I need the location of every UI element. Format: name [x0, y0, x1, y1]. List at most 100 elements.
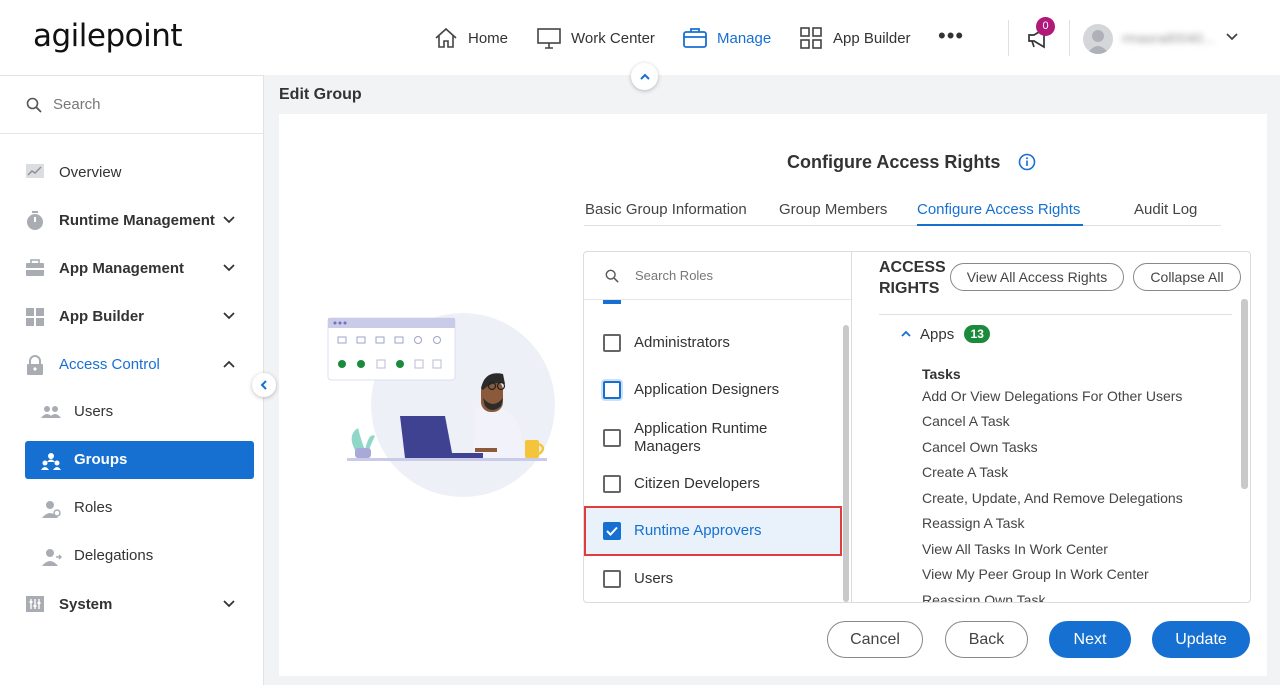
access-right-item: Reassign A Task	[922, 515, 1025, 531]
tab-divider	[584, 225, 1221, 226]
search-icon	[605, 269, 619, 283]
sidebar-item-users[interactable]: Users	[0, 393, 263, 431]
nav-work-center-label: Work Center	[571, 29, 655, 47]
divider	[1069, 20, 1070, 56]
role-item-application-designers[interactable]: Application Designers	[584, 372, 842, 408]
access-right-item: Create, Update, And Remove Delegations	[922, 490, 1183, 506]
sidebar-item-groups[interactable]: Groups	[25, 441, 254, 479]
user-role-icon	[42, 501, 61, 518]
access-rights-heading-line2: RIGHTS	[879, 280, 940, 297]
sidebar-item-label: App Builder	[59, 308, 144, 325]
nav-app-builder-label: App Builder	[833, 29, 911, 47]
sidebar-item-label: Delegations	[74, 547, 154, 564]
sidebar: Search Overview Runtime Management App M…	[0, 75, 264, 685]
grid-icon	[800, 27, 822, 49]
role-label: Citizen Developers	[634, 475, 760, 492]
sliders-icon	[26, 596, 44, 612]
chevron-down-icon	[223, 312, 235, 320]
app-logo[interactable]: agilepoint	[33, 18, 183, 54]
cancel-button[interactable]: Cancel	[827, 621, 923, 658]
sidebar-item-overview[interactable]: Overview	[0, 152, 263, 192]
monitor-icon	[537, 28, 561, 49]
sidebar-search-placeholder: Search	[53, 96, 101, 113]
access-right-item: Cancel Own Tasks	[922, 439, 1038, 455]
sidebar-item-label: Access Control	[59, 356, 160, 373]
update-button[interactable]: Update	[1152, 621, 1250, 658]
back-button[interactable]: Back	[945, 621, 1028, 658]
nav-work-center[interactable]: Work Center	[536, 24, 655, 52]
user-name[interactable]: rmasrail0040...	[1122, 30, 1215, 46]
role-checkbox[interactable]	[603, 429, 621, 447]
sidebar-item-system[interactable]: System	[0, 584, 263, 624]
role-label: Application Designers	[634, 381, 780, 398]
role-checkbox[interactable]	[603, 570, 621, 588]
role-label: Administrators	[634, 334, 730, 351]
tab-configure-access-rights[interactable]: Configure Access Rights	[917, 201, 1080, 218]
role-label: Runtime Approvers	[634, 522, 762, 539]
roles-search[interactable]: Search Roles	[584, 252, 851, 300]
sidebar-search[interactable]: Search	[0, 76, 263, 134]
sidebar-item-label: Groups	[74, 451, 128, 468]
collapse-sidebar-button[interactable]	[252, 373, 276, 397]
tab-audit-log[interactable]: Audit Log	[1134, 201, 1197, 218]
role-label: Application Runtime Managers	[634, 420, 768, 455]
sidebar-item-roles[interactable]: Roles	[0, 489, 263, 527]
collapse-all-button[interactable]: Collapse All	[1133, 263, 1241, 291]
collapse-header-button[interactable]	[631, 63, 658, 90]
role-item-administrators[interactable]: Administrators	[584, 325, 842, 361]
grid-icon	[26, 308, 44, 326]
sidebar-item-runtime-management[interactable]: Runtime Management	[0, 200, 263, 240]
role-item-citizen-developers[interactable]: Citizen Developers	[584, 466, 842, 502]
sidebar-item-label: Runtime Management	[59, 212, 215, 229]
nav-app-builder[interactable]: App Builder	[798, 24, 911, 52]
info-icon[interactable]	[1018, 153, 1036, 171]
role-item-application-runtime-managers[interactable]: Application Runtime Managers	[584, 416, 842, 460]
sidebar-item-label: System	[59, 596, 113, 613]
apps-group-toggle[interactable]: Apps 13	[900, 325, 991, 343]
role-checkbox[interactable]	[603, 381, 621, 399]
briefcase-icon	[683, 28, 707, 48]
access-right-item: Reassign Own Task	[922, 592, 1046, 603]
roles-scrollbar[interactable]	[843, 325, 849, 602]
sidebar-item-app-builder[interactable]: App Builder	[0, 296, 263, 336]
tab-group-members[interactable]: Group Members	[779, 201, 887, 218]
divider	[879, 314, 1232, 315]
role-checkbox[interactable]	[603, 334, 621, 352]
access-right-item: Create A Task	[922, 464, 1009, 480]
access-rights-scrollbar[interactable]	[1241, 299, 1248, 489]
next-button[interactable]: Next	[1049, 621, 1131, 658]
timer-icon	[27, 211, 43, 230]
role-checkbox[interactable]	[603, 475, 621, 493]
active-tab-indicator	[917, 224, 1083, 226]
sidebar-item-access-control[interactable]: Access Control	[0, 344, 263, 384]
lock-icon	[27, 355, 43, 375]
notification-badge: 0	[1036, 17, 1055, 36]
illustration-person-at-laptop	[327, 313, 555, 497]
nav-home-label: Home	[468, 29, 509, 47]
role-checkbox[interactable]	[603, 522, 621, 540]
access-right-item: View My Peer Group In Work Center	[922, 566, 1149, 582]
role-item-users[interactable]: Users	[584, 561, 842, 597]
access-rights-heading-line1: ACCESS	[879, 259, 946, 276]
access-rights-list: ACCESS RIGHTS View All Access Rights Col…	[852, 252, 1250, 602]
nav-home[interactable]: Home	[433, 24, 508, 52]
role-item-runtime-approvers[interactable]: Runtime Approvers	[584, 506, 842, 556]
chevron-up-icon	[639, 73, 650, 80]
checkmark-icon	[606, 526, 618, 536]
chevron-down-icon	[223, 216, 235, 224]
chevron-down-icon[interactable]	[1225, 30, 1239, 44]
sidebar-item-delegations[interactable]: Delegations	[0, 537, 263, 575]
tab-basic-group-information[interactable]: Basic Group Information	[585, 201, 747, 218]
search-icon	[26, 97, 42, 113]
tasks-heading: Tasks	[922, 366, 961, 382]
sidebar-item-app-management[interactable]: App Management	[0, 248, 263, 288]
more-menu-button[interactable]: •••	[938, 25, 964, 47]
nav-manage[interactable]: Manage	[682, 24, 771, 52]
view-all-access-rights-button[interactable]: View All Access Rights	[950, 263, 1124, 291]
chevron-down-icon	[223, 264, 235, 272]
chart-icon	[26, 164, 44, 178]
toolbox-icon	[26, 259, 44, 276]
apps-group-label: Apps	[920, 325, 955, 343]
avatar[interactable]	[1083, 24, 1113, 54]
groups-icon	[41, 453, 61, 470]
